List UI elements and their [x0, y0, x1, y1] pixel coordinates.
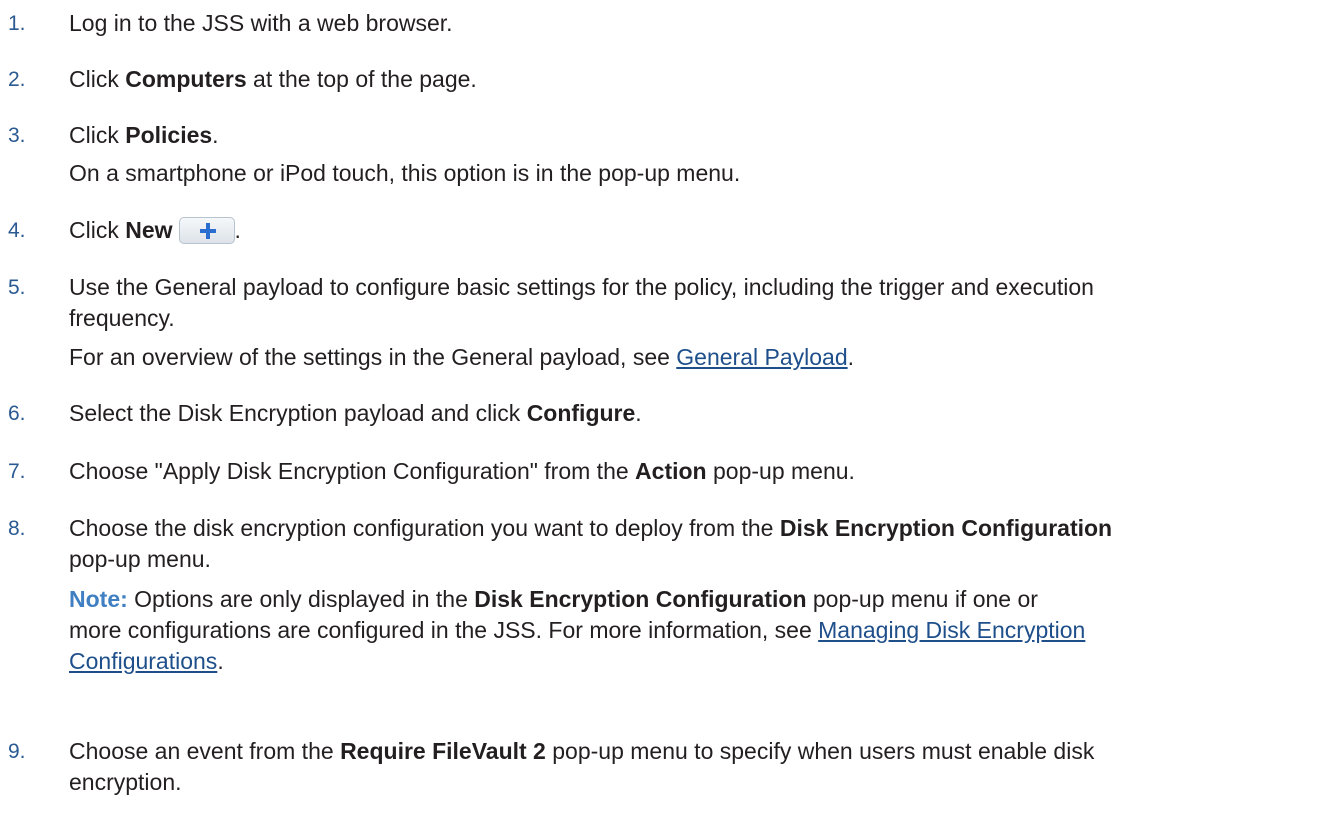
step-text: Click Computers at the top of the page. — [69, 66, 477, 92]
note-line2: more configurations are configured in th… — [69, 617, 1086, 643]
step-subtext: On a smartphone or iPod touch, this opti… — [69, 160, 741, 186]
step-text: Choose "Apply Disk Encryption Configurat… — [69, 458, 855, 484]
step-text: Click Policies. — [69, 122, 219, 148]
ui-term-policies: Policies — [125, 122, 213, 148]
step-text: Select the Disk Encryption payload and c… — [69, 400, 642, 426]
step-text: Log in to the JSS with a web browser. — [69, 10, 453, 36]
ui-term-disk-encryption-configuration: Disk Encryption Configuration — [779, 515, 1113, 541]
note-line1: Note: Options are only displayed in the … — [69, 586, 1038, 612]
note-label: Note: — [69, 586, 128, 612]
managing-disk-encryption-link-cont[interactable]: Configurations — [69, 648, 217, 674]
step-number: 7. — [8, 460, 26, 483]
step-subtext: For an overview of the settings in the G… — [69, 344, 855, 370]
note-line3: Configurations. — [69, 648, 224, 674]
step-number: 8. — [8, 517, 26, 540]
new-button-image — [178, 217, 235, 244]
step-number: 4. — [8, 219, 26, 242]
step-number: 3. — [8, 124, 26, 147]
step-number: 9. — [8, 740, 26, 763]
plus-icon — [199, 223, 216, 239]
step-text: Click New. — [69, 217, 241, 244]
step-text-line1: Choose an event from the Require FileVau… — [69, 738, 1095, 764]
note: Note: Options are only displayed in the … — [69, 584, 1327, 677]
ui-term-new: New — [125, 217, 173, 243]
general-payload-link[interactable]: General Payload — [676, 344, 847, 370]
step-text-line2: frequency. — [69, 305, 175, 331]
ui-term-configure: Configure — [526, 400, 636, 426]
step-text-line1: Use the General payload to configure bas… — [69, 274, 1094, 300]
ui-term-computers: Computers — [125, 66, 247, 92]
managing-disk-encryption-link[interactable]: Managing Disk Encryption — [818, 617, 1085, 643]
step-text-line1: Choose the disk encryption configuration… — [69, 515, 1113, 541]
step-text-line2: pop-up menu. — [69, 546, 211, 572]
ui-term-action: Action — [635, 458, 707, 484]
step-text-line2: encryption. — [69, 769, 182, 795]
step-number: 1. — [8, 12, 26, 35]
ui-term-require-filevault-2: Require FileVault 2 — [340, 738, 546, 764]
step-number: 5. — [8, 276, 26, 299]
step-number: 2. — [8, 68, 26, 91]
step-number: 6. — [8, 402, 26, 425]
